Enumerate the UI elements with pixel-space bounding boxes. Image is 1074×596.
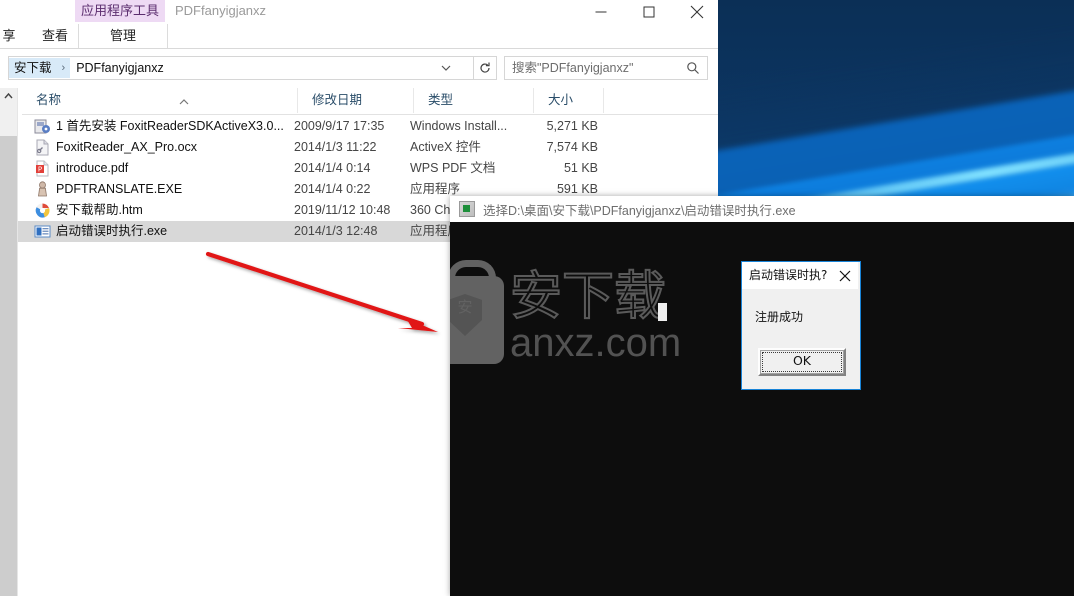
file-date: 2014/1/3 12:48 [294,224,378,238]
minimize-button[interactable] [578,0,624,24]
file-name[interactable]: PDFTRANSLATE.EXE [56,179,182,200]
address-bar[interactable]: 安下载 › PDFfanyigjanxz [8,56,474,80]
close-icon[interactable] [836,267,854,284]
ok-button-label: OK [762,352,842,372]
file-date: 2019/11/12 10:48 [294,203,391,217]
scrollbar-thumb[interactable] [0,136,17,596]
file-size: 7,574 KB [546,140,598,154]
breadcrumb-separator: › [56,58,71,78]
file-name[interactable]: FoxitReader_AX_Pro.ocx [56,137,197,158]
column-header-date[interactable]: 修改日期 [298,88,414,113]
close-button[interactable] [674,0,720,24]
file-name[interactable]: 启动错误时执行.exe [56,221,167,242]
column-header-filler [604,88,718,113]
file-type: Windows Install... [410,119,508,133]
address-dropdown-icon[interactable] [439,61,453,75]
ribbon-tab-manage[interactable]: 管理 [78,24,168,48]
table-row[interactable]: 1 首先安装 FoxitReaderSDKActiveX3.0... 2009/… [18,116,718,137]
file-type: ActiveX 控件 [410,140,481,154]
text-cursor [658,303,667,321]
contextual-tab-header: 应用程序工具 [75,0,165,22]
table-row[interactable]: P introduce.pdf 2014/1/4 0:14 WPS PDF 文档… [18,158,718,179]
breadcrumb-current[interactable]: PDFfanyigjanxz [70,61,164,75]
ribbon-tab-strip: 享 查看 管理 ? [0,24,718,69]
svg-text:P: P [38,166,42,174]
dialog-titlebar[interactable]: 启动错误时执? [742,262,858,289]
table-row[interactable]: FoxitReader_AX_Pro.ocx 2014/1/3 11:22 Ac… [18,137,718,158]
console-window: 选择D:\桌面\安下载\PDFfanyigjanxz\启动错误时执行.exe 安… [450,196,1074,596]
column-header-type[interactable]: 类型 [414,88,534,113]
anxz-watermark: 安 安下载 anxz.com [450,260,681,378]
htm-browser-icon [34,202,51,219]
window-title: PDFfanyigjanxz [175,3,267,18]
column-header-name[interactable]: 名称 [22,88,298,113]
file-size: 51 KB [563,161,598,175]
console-app-icon [459,201,475,217]
column-header-size[interactable]: 大小 [534,88,604,113]
console-title-text: 选择D:\桌面\安下载\PDFfanyigjanxz\启动错误时执行.exe [483,203,796,218]
exe-console-icon [34,223,51,240]
file-date: 2014/1/3 11:22 [294,140,377,154]
search-placeholder: 搜索"PDFfanyigjanxz" [512,61,634,75]
vertical-scrollbar[interactable] [0,88,17,596]
breadcrumb-root[interactable]: 安下载 [9,58,57,78]
maximize-button[interactable] [626,0,672,24]
ocx-control-icon [34,139,51,156]
console-titlebar[interactable]: 选择D:\桌面\安下载\PDFfanyigjanxz\启动错误时执行.exe [450,196,1074,222]
file-date: 2009/9/17 17:35 [294,119,385,133]
file-date: 2014/1/4 0:22 [294,182,371,196]
file-type: WPS PDF 文档 [410,161,496,175]
ribbon-tab-share[interactable]: 享 [0,24,24,47]
search-icon[interactable] [686,61,700,75]
ribbon-tab-view[interactable]: 查看 [32,24,78,47]
pdf-file-icon: P [34,160,51,177]
ok-button[interactable]: OK [758,348,846,376]
refresh-button[interactable] [474,56,497,80]
address-row: 安下载 › PDFfanyigjanxz 搜索"PDFfanyigjanxz" [0,49,718,85]
watermark-handle-shape [450,260,496,301]
file-size: 5,271 KB [546,119,598,133]
file-name[interactable]: introduce.pdf [56,158,128,179]
exe-app-icon [34,181,51,198]
explorer-titlebar: 应用程序工具 PDFfanyigjanxz [0,0,718,24]
watermark-en-text: anxz.com [510,321,682,365]
sort-ascending-icon [178,93,190,105]
dialog-title: 启动错误时执? [749,268,828,282]
search-input[interactable]: 搜索"PDFfanyigjanxz" [504,56,708,80]
file-name[interactable]: 安下载帮助.htm [56,200,143,221]
file-name[interactable]: 1 首先安装 FoxitReaderSDKActiveX3.0... [56,116,284,137]
watermark-cn-text: 安下载 [509,267,667,327]
dialog-message: 注册成功 [755,310,804,324]
message-box-dialog: 启动错误时执? 注册成功 OK [741,261,861,390]
msi-installer-icon [34,118,51,135]
file-date: 2014/1/4 0:14 [294,161,371,175]
column-header-row: 名称 修改日期 类型 大小 [22,88,718,115]
scroll-up-button[interactable] [0,88,17,105]
